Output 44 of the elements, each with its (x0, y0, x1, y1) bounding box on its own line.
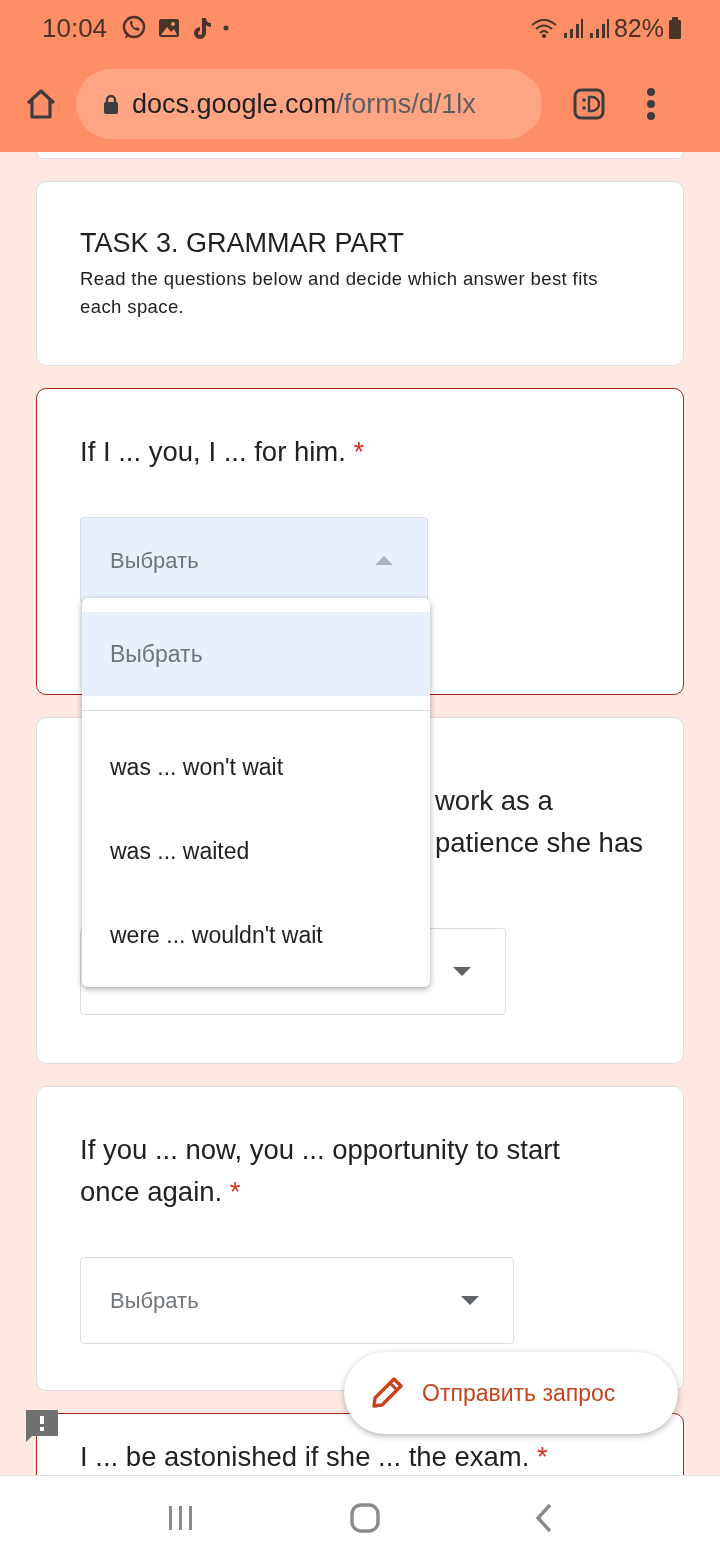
home-button[interactable] (24, 87, 58, 121)
caret-up-icon (375, 556, 393, 565)
back-button[interactable] (534, 1503, 553, 1533)
dropdown-option[interactable]: was ... won't wait (82, 725, 430, 809)
lock-icon (102, 93, 120, 115)
address-bar[interactable]: docs.google.com/forms/d/1lx (76, 69, 542, 139)
clock-time: 10:04 (42, 12, 108, 44)
submit-request-button[interactable]: Отправить запрос (344, 1352, 678, 1434)
signal-icon (561, 17, 584, 39)
dot-icon (223, 25, 230, 31)
back-icon (534, 1503, 553, 1533)
pencil-icon (370, 1376, 404, 1410)
more-menu-button[interactable] (646, 87, 656, 121)
dropdown-option[interactable]: was ... waited (82, 809, 430, 893)
question-text: If I ... you, I ... for him. * (80, 435, 366, 469)
required-asterisk: * (229, 1176, 241, 1207)
dropdown-field[interactable]: Выбрать (80, 517, 428, 604)
section-title: TASK 3. GRAMMAR PART (80, 228, 406, 259)
music-note-icon (191, 16, 214, 40)
url-text: docs.google.com/forms/d/1lx (132, 88, 476, 120)
battery-percent: 82% (613, 13, 664, 43)
question-text: I ... be astonished if she ... the exam. * (80, 1442, 549, 1472)
signal-icon (587, 17, 610, 39)
home-nav-button[interactable] (350, 1503, 380, 1533)
dropdown-option[interactable]: were ... wouldn't wait (82, 893, 430, 977)
question-text: work as a (435, 784, 554, 818)
image-icon (157, 16, 182, 40)
chat-bubble-icon (121, 15, 148, 41)
battery-icon (668, 16, 682, 40)
caret-down-icon (461, 1296, 479, 1305)
dropdown-field[interactable]: Выбрать (80, 1257, 514, 1344)
caret-down-icon (453, 967, 471, 976)
home-icon (24, 87, 58, 121)
dropdown-option[interactable]: Выбрать (82, 612, 430, 696)
question-text: patience she has (435, 826, 644, 860)
section-description: Read the questions below and decide which answer best fits each space. (80, 267, 599, 319)
smiley-tab-icon (572, 87, 606, 121)
required-asterisk: * (353, 436, 365, 467)
tab-switcher-button[interactable] (572, 87, 606, 121)
required-asterisk: * (537, 1441, 548, 1472)
question-text: If you ... now, you ... opportunity to start (80, 1133, 561, 1167)
wifi-icon (529, 16, 558, 40)
more-vertical-icon (646, 87, 656, 121)
question-text: once again. * (80, 1175, 242, 1209)
